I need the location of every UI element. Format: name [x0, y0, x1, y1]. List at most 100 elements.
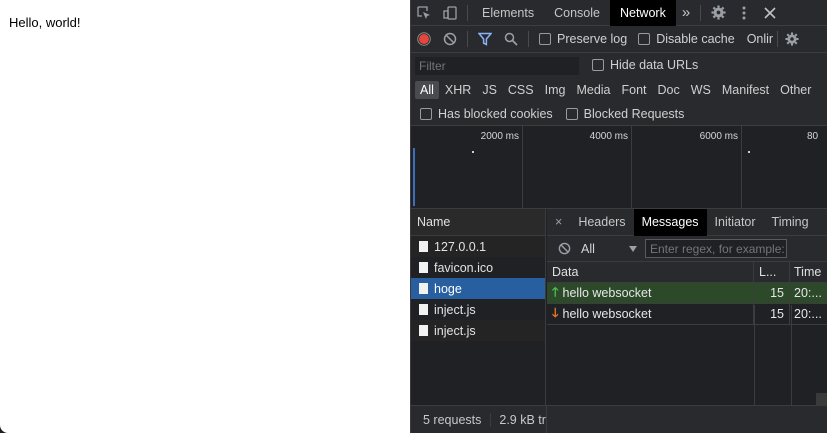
- resize-handle[interactable]: [816, 393, 827, 405]
- timeline-tick: 4000 ms: [589, 131, 628, 142]
- settings-gear-icon[interactable]: [705, 0, 731, 26]
- blocked-requests-checkbox[interactable]: [565, 107, 578, 120]
- type-filter-xhr[interactable]: XHR: [440, 81, 476, 99]
- resource-type-filter: All XHR JS CSS Img Media Font Doc WS Man…: [411, 78, 827, 102]
- timeline-request-dot: [472, 151, 474, 153]
- close-devtools-icon[interactable]: [757, 0, 783, 26]
- type-filter-manifest[interactable]: Manifest: [717, 81, 774, 99]
- request-detail-pane: × Headers Messages Initiator Timing All …: [547, 208, 827, 405]
- timeline-tick: 80: [807, 131, 819, 142]
- divider: [776, 31, 778, 47]
- has-blocked-cookies-checkbox[interactable]: [420, 107, 432, 120]
- preserve-log-checkbox[interactable]: [539, 33, 551, 45]
- filter-row: Hide data URLs: [411, 53, 827, 78]
- transferred-size: 2.9 kB tr: [499, 413, 546, 427]
- page-viewport: Hello, world!: [0, 0, 410, 433]
- length-column-header[interactable]: L...: [754, 261, 790, 283]
- type-filter-js[interactable]: JS: [477, 81, 502, 99]
- chevron-down-icon: [629, 245, 637, 252]
- record-icon[interactable]: [411, 26, 437, 52]
- type-filter-media[interactable]: Media: [571, 81, 615, 99]
- disable-cache-label: Disable cache: [656, 32, 735, 46]
- request-name: inject.js: [434, 302, 476, 317]
- disable-cache-checkbox[interactable]: [638, 33, 651, 45]
- device-toolbar-icon[interactable]: [437, 0, 463, 26]
- clear-messages-icon[interactable]: [557, 236, 571, 262]
- timeline-tick: 6000 ms: [699, 131, 738, 142]
- message-type-select[interactable]: All: [581, 242, 637, 256]
- has-blocked-cookies-label: Has blocked cookies: [438, 106, 553, 121]
- timeline-gridline: [631, 126, 632, 208]
- document-icon: [419, 325, 428, 336]
- type-filter-doc[interactable]: Doc: [653, 81, 685, 99]
- timeline-gridline: [741, 126, 742, 208]
- time-column-header[interactable]: Time: [790, 262, 827, 283]
- network-settings-gear-icon[interactable]: [782, 26, 802, 52]
- message-row-sent[interactable]: 🡑 hello websocket 15 20:...: [547, 282, 827, 304]
- tab-headers[interactable]: Headers: [570, 209, 633, 236]
- filter-input[interactable]: [415, 57, 579, 75]
- column-divider: [791, 305, 792, 405]
- type-filter-other[interactable]: Other: [775, 81, 816, 99]
- request-name: 127.0.0.1: [434, 239, 487, 254]
- tab-elements[interactable]: Elements: [472, 0, 544, 26]
- devtools-tabbar: Elements Console Network »: [411, 0, 827, 26]
- message-text: hello websocket: [562, 286, 652, 300]
- type-filter-ws[interactable]: WS: [686, 81, 716, 99]
- message-data: 🡑 hello websocket: [547, 282, 754, 304]
- blocked-requests-label: Blocked Requests: [583, 106, 685, 121]
- timeline-request-dot: [748, 151, 750, 153]
- type-filter-all[interactable]: All: [415, 81, 439, 99]
- search-icon[interactable]: [498, 26, 524, 52]
- request-name: hoge: [434, 281, 462, 296]
- status-bar: 5 requests 2.9 kB tr: [411, 405, 827, 433]
- network-overview-timeline[interactable]: 2000 ms 4000 ms 6000 ms 80: [411, 126, 827, 208]
- message-length: 15: [754, 282, 790, 304]
- inspect-element-icon[interactable]: [411, 0, 437, 26]
- message-time: 20:...: [794, 286, 822, 300]
- divider: [700, 4, 702, 21]
- more-tabs-icon[interactable]: »: [676, 0, 696, 26]
- request-row[interactable]: inject.js: [411, 320, 545, 341]
- divider: [467, 4, 468, 21]
- close-detail-icon[interactable]: ×: [547, 209, 570, 236]
- request-row[interactable]: favicon.ico: [411, 257, 545, 278]
- request-name: favicon.ico: [434, 260, 494, 275]
- timeline-gridline: [522, 126, 523, 208]
- hide-data-urls-checkbox[interactable]: [592, 59, 604, 71]
- divider: [528, 31, 529, 47]
- hide-data-urls-label: Hide data URLs: [610, 58, 699, 72]
- request-list: Name 127.0.0.1 favicon.ico hoge inject.j…: [411, 209, 546, 405]
- document-icon: [419, 283, 428, 294]
- filter-funnel-icon[interactable]: [472, 26, 498, 52]
- tab-messages[interactable]: Messages: [633, 208, 707, 236]
- type-filter-img[interactable]: Img: [540, 81, 571, 99]
- regex-filter-input[interactable]: [645, 239, 787, 258]
- preserve-log-label: Preserve log: [557, 32, 628, 46]
- tab-initiator[interactable]: Initiator: [707, 209, 764, 236]
- type-filter-css[interactable]: CSS: [503, 81, 539, 99]
- network-lower-pane: Name 127.0.0.1 favicon.ico hoge inject.j…: [411, 208, 827, 433]
- timeline-tick: 2000 ms: [480, 131, 519, 142]
- request-row[interactable]: inject.js: [411, 299, 545, 320]
- column-divider: [754, 305, 755, 405]
- divider: [467, 31, 468, 47]
- tab-timing[interactable]: Timing: [764, 209, 817, 236]
- clear-icon[interactable]: [437, 26, 463, 52]
- request-row-selected[interactable]: hoge: [411, 278, 545, 299]
- devtools-panel: Elements Console Network » Preserve log …: [410, 0, 827, 433]
- request-row[interactable]: 127.0.0.1: [411, 236, 545, 257]
- kebab-menu-icon[interactable]: [731, 0, 757, 26]
- type-filter-font[interactable]: Font: [617, 81, 652, 99]
- data-column-header[interactable]: Data: [547, 261, 754, 283]
- throttling-select[interactable]: Onlir: [747, 32, 773, 46]
- tab-network[interactable]: Network: [609, 0, 676, 26]
- request-rows: 127.0.0.1 favicon.ico hoge inject.js inj…: [411, 236, 545, 341]
- blocked-filter-row: Has blocked cookies Blocked Requests: [411, 102, 827, 126]
- name-column-header[interactable]: Name: [411, 209, 545, 236]
- messages-filter-bar: All: [547, 236, 827, 262]
- page-text: Hello, world!: [9, 15, 81, 30]
- tab-console[interactable]: Console: [544, 0, 610, 26]
- network-toolbar: Preserve log Disable cache Onlir: [411, 26, 827, 53]
- timeline-marker: [413, 148, 415, 206]
